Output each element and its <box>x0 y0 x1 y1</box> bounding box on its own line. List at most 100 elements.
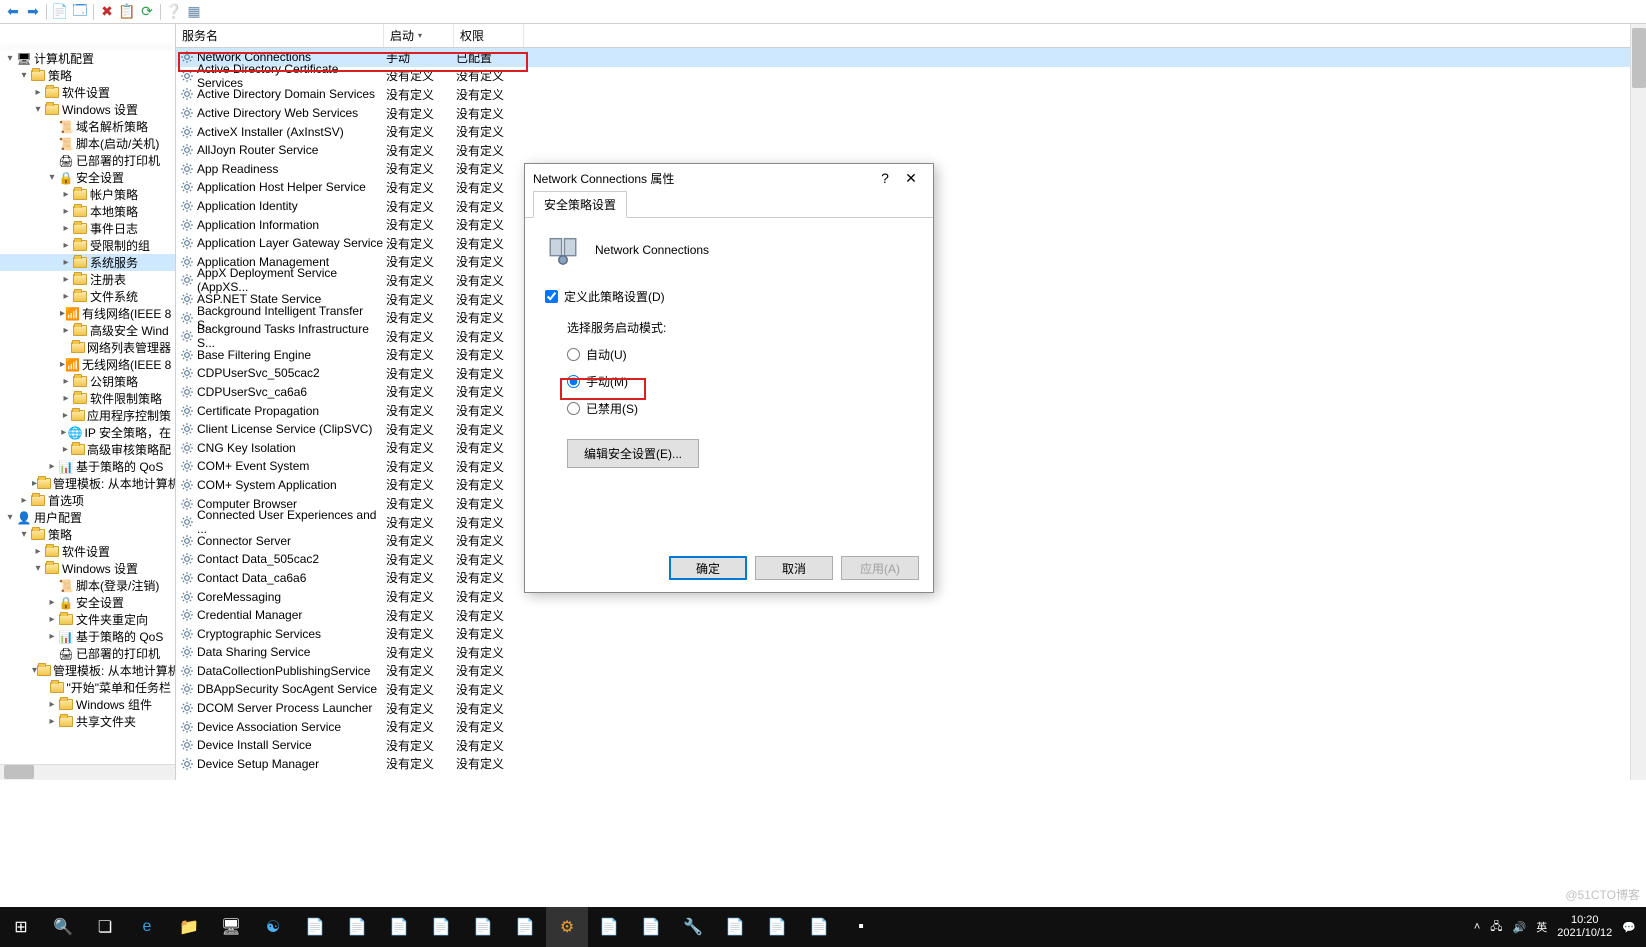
radio-automatic-input[interactable] <box>567 348 580 361</box>
apply-button[interactable]: 应用(A) <box>841 556 919 580</box>
tree-caret-icon[interactable]: ▾ <box>4 512 16 523</box>
service-row[interactable]: Device Setup Manager没有定义没有定义 <box>176 755 1646 774</box>
tree-caret-icon[interactable]: ▸ <box>46 716 58 727</box>
tree-node-17[interactable]: 网络列表管理器 <box>0 339 175 356</box>
tree-caret-icon[interactable]: ▾ <box>4 53 16 64</box>
tree-caret-icon[interactable]: ▸ <box>60 410 71 421</box>
dialog-titlebar[interactable]: Network Connections 属性 ? ✕ <box>525 164 933 192</box>
tree-node-2[interactable]: ▸软件设置 <box>0 84 175 101</box>
tree-caret-icon[interactable]: ▸ <box>46 461 58 472</box>
tree-node-21[interactable]: ▸应用程序控制策 <box>0 407 175 424</box>
tree-caret-icon[interactable]: ▸ <box>46 699 58 710</box>
tray-volume-icon[interactable]: 🔊 <box>1513 921 1527 934</box>
tree-caret-icon[interactable]: ▾ <box>18 529 30 540</box>
tree-node-16[interactable]: ▸高级安全 Wind <box>0 322 175 339</box>
tree-node-32[interactable]: ▸🔒安全设置 <box>0 594 175 611</box>
tray-ime-indicator[interactable]: 英 <box>1536 919 1547 935</box>
tree-caret-icon[interactable]: ▸ <box>46 631 58 642</box>
ok-button[interactable]: 确定 <box>669 556 747 580</box>
app-icon-5[interactable]: 📄 <box>378 907 420 947</box>
tree-node-7[interactable]: ▾🔒安全设置 <box>0 169 175 186</box>
tree-node-18[interactable]: ▸📶无线网络(IEEE 8 <box>0 356 175 373</box>
service-row[interactable]: Active Directory Domain Services没有定义没有定义 <box>176 85 1646 104</box>
tree-caret-icon[interactable]: ▸ <box>18 495 30 506</box>
task-view-icon[interactable]: ❏ <box>84 907 126 947</box>
column-header-start[interactable]: 启动▾ <box>384 24 454 47</box>
tree-caret-icon[interactable]: ▸ <box>60 223 72 234</box>
tree-node-0[interactable]: ▾🖥计算机配置 <box>0 50 175 67</box>
tray-chevron-icon[interactable]: ˄ <box>1474 921 1480 933</box>
tree-node-6[interactable]: 🖨已部署的打印机 <box>0 152 175 169</box>
tree-node-23[interactable]: ▸高级审核策略配 <box>0 441 175 458</box>
tree-node-5[interactable]: 📜脚本(启动/关机) <box>0 135 175 152</box>
tree-node-36[interactable]: ▾管理模板: 从本地计算机 <box>0 662 175 679</box>
tree-node-28[interactable]: ▾策略 <box>0 526 175 543</box>
dialog-close-icon[interactable]: ✕ <box>897 170 925 187</box>
tray-network-icon[interactable]: 🖧 <box>1490 918 1502 937</box>
tree-caret-icon[interactable]: ▸ <box>60 189 72 200</box>
service-row[interactable]: Credential Manager没有定义没有定义 <box>176 606 1646 625</box>
tree-caret-icon[interactable]: ▸ <box>32 87 44 98</box>
radio-automatic[interactable]: 自动(U) <box>567 346 913 363</box>
app-icon-14[interactable]: 📄 <box>798 907 840 947</box>
tree-caret-icon[interactable]: ▸ <box>60 206 72 217</box>
tree-node-31[interactable]: 📜脚本(登录/注销) <box>0 577 175 594</box>
tree-node-24[interactable]: ▸📊基于策略的 QoS <box>0 458 175 475</box>
tree-node-25[interactable]: ▸管理模板: 从本地计算机 <box>0 475 175 492</box>
radio-manual-input[interactable] <box>567 375 580 388</box>
delete-icon[interactable]: ✖ <box>98 3 116 21</box>
column-header-perm[interactable]: 权限 <box>454 24 524 47</box>
tree-caret-icon[interactable]: ▸ <box>60 427 68 438</box>
tree-caret-icon[interactable]: ▸ <box>46 597 58 608</box>
tree-node-9[interactable]: ▸本地策略 <box>0 203 175 220</box>
tree-caret-icon[interactable]: ▸ <box>46 614 58 625</box>
explorer-icon[interactable]: 📁 <box>168 907 210 947</box>
app-icon-12[interactable]: 📄 <box>714 907 756 947</box>
tree-node-20[interactable]: ▸软件限制策略 <box>0 390 175 407</box>
forward-icon[interactable]: ➡ <box>24 3 42 21</box>
tree-node-8[interactable]: ▸帐户策略 <box>0 186 175 203</box>
tree-caret-icon[interactable]: ▾ <box>18 70 30 81</box>
service-row[interactable]: Device Install Service没有定义没有定义 <box>176 736 1646 755</box>
tree-node-34[interactable]: ▸📊基于策略的 QoS <box>0 628 175 645</box>
gpedit-icon[interactable]: ⚙ <box>546 907 588 947</box>
define-policy-checkbox[interactable]: 定义此策略设置(D) <box>545 288 913 305</box>
tree-caret-icon[interactable]: ▸ <box>60 291 72 302</box>
tree-node-22[interactable]: ▸🌐IP 安全策略，在 <box>0 424 175 441</box>
app-icon-1[interactable]: 🖥 <box>210 907 252 947</box>
app-icon-9[interactable]: 📄 <box>588 907 630 947</box>
service-row[interactable]: AllJoyn Router Service没有定义没有定义 <box>176 141 1646 160</box>
app-icon-11[interactable]: 🔧 <box>672 907 714 947</box>
tree-node-1[interactable]: ▾策略 <box>0 67 175 84</box>
radio-manual[interactable]: 手动(M) <box>567 373 913 390</box>
tree-node-30[interactable]: ▾Windows 设置 <box>0 560 175 577</box>
tree-caret-icon[interactable]: ▾ <box>32 104 44 115</box>
app-icon-4[interactable]: 📄 <box>336 907 378 947</box>
tray-clock[interactable]: 10:20 2021/10/12 <box>1557 914 1612 940</box>
column-header-name[interactable]: 服务名 <box>176 24 384 47</box>
service-row[interactable]: DBAppSecurity SocAgent Service没有定义没有定义 <box>176 680 1646 699</box>
start-button[interactable]: ⊞ <box>0 907 42 947</box>
service-row[interactable]: Active Directory Web Services没有定义没有定义 <box>176 104 1646 123</box>
cmd-icon[interactable]: ▪ <box>840 907 882 947</box>
ie-icon[interactable]: e <box>126 907 168 947</box>
tree-caret-icon[interactable]: ▾ <box>32 563 44 574</box>
tree-node-33[interactable]: ▸文件夹重定向 <box>0 611 175 628</box>
app-icon-8[interactable]: 📄 <box>504 907 546 947</box>
app-icon-7[interactable]: 📄 <box>462 907 504 947</box>
radio-disabled[interactable]: 已禁用(S) <box>567 400 913 417</box>
tree-caret-icon[interactable]: ▸ <box>60 274 72 285</box>
radio-disabled-input[interactable] <box>567 402 580 415</box>
refresh-icon[interactable]: ⟳ <box>138 3 156 21</box>
tree-node-19[interactable]: ▸公钥策略 <box>0 373 175 390</box>
filter-icon[interactable]: ▦ <box>185 3 203 21</box>
define-policy-checkbox-input[interactable] <box>545 290 558 303</box>
tree-node-26[interactable]: ▸首选项 <box>0 492 175 509</box>
tree-node-12[interactable]: ▸系统服务 <box>0 254 175 271</box>
service-row[interactable]: Network Connections手动已配置 <box>176 48 1646 67</box>
tree-node-38[interactable]: ▸Windows 组件 <box>0 696 175 713</box>
tree-node-35[interactable]: 🖨已部署的打印机 <box>0 645 175 662</box>
app-icon-6[interactable]: 📄 <box>420 907 462 947</box>
tree-caret-icon[interactable]: ▸ <box>32 546 44 557</box>
app-icon-2[interactable]: ☯ <box>252 907 294 947</box>
